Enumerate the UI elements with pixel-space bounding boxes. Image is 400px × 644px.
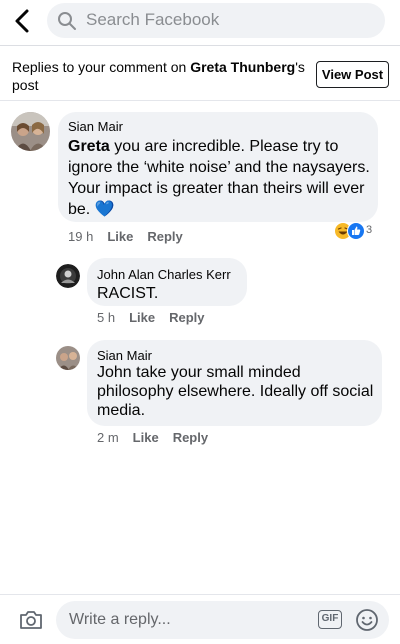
mention-link[interactable]: Greta [68,138,110,155]
comment-text: RACIST. [97,285,159,302]
comment-timestamp: 5 h [97,310,116,325]
like-button[interactable]: Like [129,310,155,325]
divider [0,45,400,46]
back-button[interactable] [12,7,34,35]
comment-author[interactable]: Sian Mair [68,119,123,134]
blue-heart-icon: 💙 [94,201,115,218]
comment-meta: 19 h Like Reply [68,229,197,244]
avatar[interactable] [56,264,80,288]
like-react-icon [347,222,365,240]
search-placeholder: Search Facebook [86,10,220,29]
header-page-name[interactable]: Greta Thunberg [190,59,295,75]
divider [0,100,400,101]
reply-composer: Write a reply... GIF [0,594,400,644]
chevron-left-icon [15,9,29,33]
gif-button[interactable]: GIF [318,610,342,629]
comment-meta: 2 m Like Reply [97,430,222,445]
comment-timestamp: 2 m [97,430,119,445]
avatar[interactable] [56,346,80,370]
top-bar: Search Facebook [0,0,400,44]
reply-button[interactable]: Reply [147,229,182,244]
reaction-summary[interactable]: 3 [334,222,378,240]
like-button[interactable]: Like [133,430,159,445]
reaction-count: 3 [366,224,373,236]
reply-button[interactable]: Reply [173,430,208,445]
comment-meta: 5 h Like Reply [97,310,219,325]
camera-button[interactable] [18,607,44,633]
reply-placeholder: Write a reply... [69,611,171,628]
comment-text: Greta you are incredible. Please try to … [68,136,372,220]
comment-text: John take your small minded philosophy e… [97,364,374,419]
header-prefix: Replies to your comment on [12,59,191,75]
smiley-icon [356,609,378,631]
replies-header: Replies to your comment on Greta Thunber… [12,58,312,94]
avatar[interactable] [11,112,50,151]
view-post-button[interactable]: View Post [316,61,389,88]
camera-icon [20,611,42,629]
reply-button[interactable]: Reply [169,310,204,325]
comment-author[interactable]: John Alan Charles Kerr [97,267,231,282]
emoji-button[interactable] [355,608,379,632]
search-icon [58,12,76,30]
comment-author[interactable]: Sian Mair [97,348,152,363]
reply-input[interactable]: Write a reply... GIF [56,601,389,639]
like-button[interactable]: Like [107,229,133,244]
search-input[interactable]: Search Facebook [47,3,385,38]
comment-timestamp: 19 h [68,229,94,244]
